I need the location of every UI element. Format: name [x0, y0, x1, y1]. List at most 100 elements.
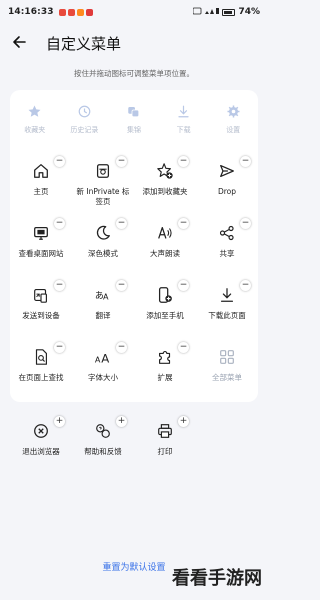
app-notification-icon	[76, 8, 84, 16]
app-notification-icon	[85, 8, 93, 16]
remove-badge[interactable]: −	[116, 218, 127, 229]
send-device-icon	[34, 289, 47, 303]
fixed-items-row: 收藏夹 历史记录 集锦 下载 设置	[10, 94, 258, 142]
read-aloud-icon	[158, 226, 172, 239]
menu-item-extensions[interactable]: − 扩展	[134, 340, 196, 402]
status-bar: 14:16:33 74%	[0, 0, 268, 24]
menu-item-label: 主页	[33, 187, 49, 196]
translate-icon: あA	[95, 291, 109, 302]
menu-item-read-aloud[interactable]: − 大声朗读	[134, 216, 196, 278]
menu-item-label: Drop	[217, 187, 237, 196]
remove-badge[interactable]: −	[54, 218, 65, 229]
add-badge[interactable]: +	[178, 416, 189, 427]
menu-item-inprivate[interactable]: − 新 InPrivate 标签页	[72, 154, 134, 216]
svg-text:A: A	[103, 292, 109, 302]
menu-item-drop[interactable]: − Drop	[196, 154, 258, 216]
menu-item-translate[interactable]: あA − 翻译	[72, 278, 134, 340]
menu-item-label: 字体大小	[88, 373, 118, 382]
menu-card: 收藏夹 历史记录 集锦 下载 设置 − 主页 − 新 InPrivate 标签页…	[10, 90, 258, 402]
back-button[interactable]	[10, 32, 30, 52]
menu-item-add-to-phone[interactable]: − 添加至手机	[134, 278, 196, 340]
menu-item-home[interactable]: − 主页	[10, 154, 72, 216]
menu-item-label: 全部菜单	[212, 373, 242, 382]
remove-badge[interactable]: −	[178, 280, 189, 291]
add-favorite-icon	[157, 163, 173, 179]
remove-badge[interactable]: −	[54, 280, 65, 291]
battery-percent: 74%	[238, 7, 260, 17]
collections-icon	[128, 107, 140, 118]
menu-item-label: 下载此页面	[208, 311, 246, 320]
desktop-site-icon	[34, 226, 48, 240]
exit-icon	[34, 424, 48, 438]
remove-badge[interactable]: −	[54, 342, 65, 353]
add-badge[interactable]: +	[54, 416, 65, 427]
menu-item-desktop-site[interactable]: − 查看桌面网站	[10, 216, 72, 278]
app-notification-icon	[58, 8, 66, 16]
add-to-phone-icon	[158, 287, 172, 303]
menu-item-find-on-page[interactable]: − 在页面上查找	[10, 340, 72, 402]
fixed-item-downloads: 下载	[159, 94, 209, 142]
available-items-row: + 退出浏览器 + 帮助和反馈 + 打印	[10, 414, 258, 476]
star-icon	[28, 105, 41, 117]
font-size-icon: AA	[95, 351, 109, 365]
arrow-left-icon	[13, 36, 26, 48]
menu-grid: − 主页 − 新 InPrivate 标签页 − 添加到收藏夹 − Drop −…	[10, 154, 258, 402]
menu-item-add-favorite[interactable]: − 添加到收藏夹	[134, 154, 196, 216]
menu-item-label: 发送到设备	[22, 311, 60, 320]
remove-badge[interactable]: −	[54, 156, 65, 167]
page-title: 自定义菜单	[46, 35, 122, 53]
moon-icon	[96, 225, 110, 240]
battery-icon	[222, 8, 236, 16]
home-icon	[34, 164, 48, 178]
drop-icon	[220, 164, 234, 178]
fixed-item-history: 历史记录	[60, 94, 110, 142]
header: 自定义菜单	[0, 28, 268, 58]
all-menu-icon	[220, 350, 234, 364]
add-badge[interactable]: +	[116, 416, 127, 427]
help-feedback-icon	[96, 424, 110, 438]
download-page-icon	[220, 288, 234, 302]
remove-badge[interactable]: −	[178, 156, 189, 167]
menu-item-label: 翻译	[95, 311, 111, 320]
menu-item-label: 共享	[219, 249, 235, 258]
find-on-page-icon	[35, 349, 47, 365]
menu-item-label: 添加到收藏夹	[142, 187, 188, 196]
menu-item-label: 扩展	[157, 373, 173, 382]
share-icon	[219, 225, 234, 241]
menu-item-label: 深色模式	[88, 249, 118, 258]
app-notification-icon	[67, 8, 75, 16]
status-time: 14:16:33	[8, 7, 54, 17]
menu-item-label: 帮助和反馈	[84, 447, 122, 456]
menu-item-all-menu: 全部菜单	[196, 340, 258, 402]
available-item-exit[interactable]: + 退出浏览器	[10, 414, 72, 476]
menu-item-label: 在页面上查找	[18, 373, 64, 382]
remove-badge[interactable]: −	[240, 156, 251, 167]
available-item-print[interactable]: + 打印	[134, 414, 196, 476]
menu-item-label: 打印	[157, 447, 173, 456]
menu-item-send-to-device[interactable]: − 发送到设备	[10, 278, 72, 340]
remove-badge[interactable]: −	[116, 156, 127, 167]
remove-badge[interactable]: −	[240, 280, 251, 291]
status-app-icons	[58, 8, 93, 16]
menu-item-share[interactable]: − 共享	[196, 216, 258, 278]
menu-item-label: 退出浏览器	[22, 447, 60, 456]
remove-badge[interactable]: −	[240, 218, 251, 229]
menu-item-download-page[interactable]: − 下载此页面	[196, 278, 258, 340]
remove-badge[interactable]: −	[178, 342, 189, 353]
fixed-item-settings: 设置	[208, 94, 258, 142]
svg-text:A: A	[101, 351, 109, 365]
remove-badge[interactable]: −	[178, 218, 189, 229]
menu-item-font-size[interactable]: AA − 字体大小	[72, 340, 134, 402]
watermark: 看看手游网	[172, 568, 262, 589]
printer-icon	[158, 424, 172, 438]
available-item-help[interactable]: + 帮助和反馈	[72, 414, 134, 476]
download-icon	[178, 105, 189, 118]
remove-badge[interactable]: −	[116, 342, 127, 353]
fixed-item-favorites: 收藏夹	[10, 94, 60, 142]
fixed-item-collections: 集锦	[109, 94, 159, 142]
menu-item-dark-mode[interactable]: − 深色模式	[72, 216, 134, 278]
menu-item-label: 添加至手机	[146, 311, 184, 320]
menu-item-label: 新 InPrivate 标签页	[76, 187, 130, 206]
history-icon	[78, 105, 91, 118]
remove-badge[interactable]: −	[116, 280, 127, 291]
